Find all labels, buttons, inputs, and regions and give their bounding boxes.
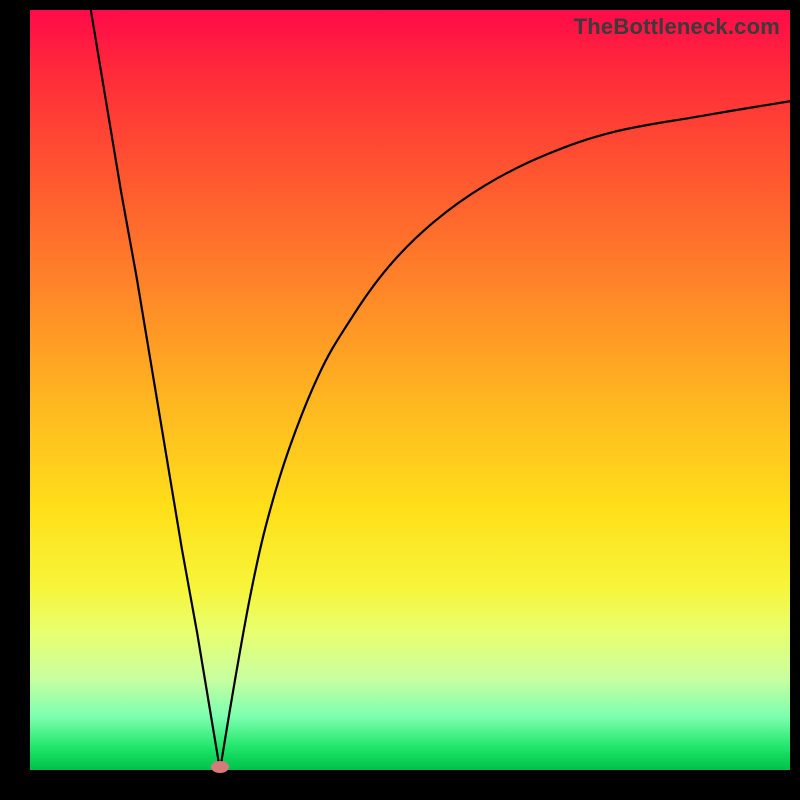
minimum-marker: [211, 761, 229, 773]
plot-area: TheBottleneck.com: [30, 10, 790, 770]
curve-path: [91, 10, 790, 770]
chart-stage: TheBottleneck.com: [0, 0, 800, 800]
bottleneck-curve: [30, 10, 790, 770]
